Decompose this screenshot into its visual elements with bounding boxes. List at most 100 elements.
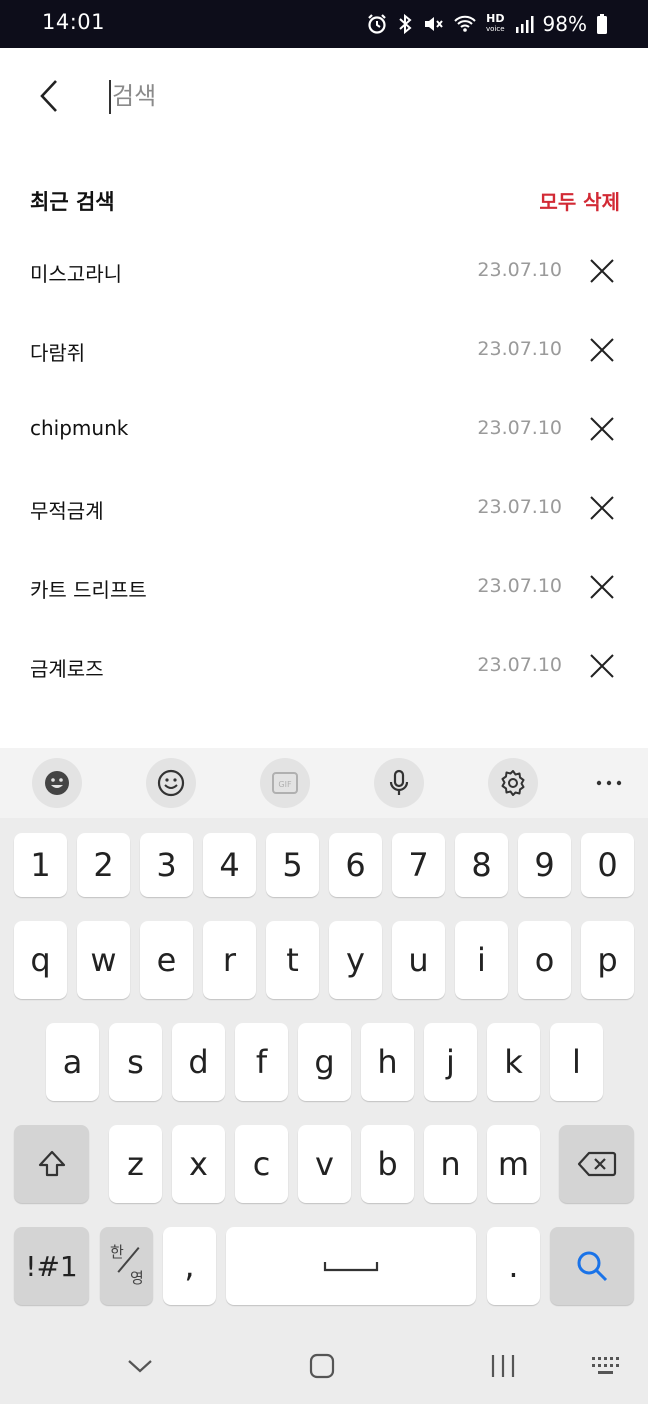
recent-search-term: 다람쥐 (30, 341, 86, 365)
backspace-key[interactable] (559, 1125, 634, 1203)
status-bar: 14:01 HD voice 98% (0, 0, 648, 48)
search-header (0, 48, 648, 148)
nav-back-button[interactable] (118, 1348, 162, 1384)
space-key[interactable] (226, 1227, 476, 1305)
keyboard-settings-button[interactable] (488, 758, 538, 808)
expression-button[interactable] (32, 758, 82, 808)
key-e[interactable]: e (140, 921, 193, 999)
key-3[interactable]: 3 (140, 833, 193, 897)
key-q[interactable]: q (14, 921, 67, 999)
search-icon (577, 1251, 608, 1282)
key-d[interactable]: d (172, 1023, 225, 1101)
recent-searches-header: 최근 검색 모두 삭제 (0, 178, 648, 222)
key-f[interactable]: f (235, 1023, 288, 1101)
remove-icon[interactable] (588, 652, 616, 680)
status-icons: HD voice 98% (366, 10, 608, 38)
language-switch-key[interactable]: 한 영 (100, 1227, 153, 1305)
key-a[interactable]: a (46, 1023, 99, 1101)
nav-home-button[interactable] (300, 1348, 344, 1384)
alarm-icon (366, 13, 388, 35)
recent-search-date: 23.07.10 (477, 654, 562, 676)
expression-icon (45, 771, 69, 795)
remove-icon[interactable] (588, 573, 616, 601)
key-7[interactable]: 7 (392, 833, 445, 897)
key-w[interactable]: w (77, 921, 130, 999)
key-0[interactable]: 0 (581, 833, 634, 897)
hd-voice-indicator: HD voice (486, 12, 505, 33)
key-8[interactable]: 8 (455, 833, 508, 897)
remove-icon[interactable] (588, 257, 616, 285)
key-y[interactable]: y (329, 921, 382, 999)
wifi-icon (453, 13, 477, 35)
recent-search-item[interactable]: 금계로즈 23.07.10 (0, 627, 648, 706)
recent-search-item[interactable]: 무적금계 23.07.10 (0, 469, 648, 548)
recent-search-item[interactable]: 다람쥐 23.07.10 (0, 311, 648, 390)
back-arrow-icon (40, 80, 57, 112)
recent-search-item[interactable]: 카트 드리프트 23.07.10 (0, 548, 648, 627)
recent-search-term: 카트 드리프트 (30, 578, 147, 602)
emoji-button[interactable] (146, 758, 196, 808)
voice-input-button[interactable] (374, 758, 424, 808)
more-button[interactable] (584, 758, 634, 808)
delete-all-button[interactable]: 모두 삭제 (539, 186, 620, 215)
remove-icon[interactable] (588, 494, 616, 522)
gif-icon: GIF (272, 772, 298, 794)
key-p[interactable]: p (581, 921, 634, 999)
back-button[interactable] (30, 76, 70, 116)
key-r[interactable]: r (203, 921, 256, 999)
bluetooth-icon (397, 13, 413, 35)
recent-search-date: 23.07.10 (477, 259, 562, 281)
key-5[interactable]: 5 (266, 833, 319, 897)
shift-icon (38, 1150, 65, 1177)
key-4[interactable]: 4 (203, 833, 256, 897)
key-h[interactable]: h (361, 1023, 414, 1101)
mute-icon (422, 13, 444, 35)
search-input[interactable] (108, 76, 608, 116)
key-z[interactable]: z (109, 1125, 162, 1203)
more-icon (596, 780, 622, 786)
key-o[interactable]: o (518, 921, 571, 999)
keyboard: GIF 1 2 3 4 5 6 7 8 9 0 q w e r t y u i … (0, 748, 648, 1328)
search-key[interactable] (550, 1227, 634, 1305)
key-c[interactable]: c (235, 1125, 288, 1203)
key-9[interactable]: 9 (518, 833, 571, 897)
key-b[interactable]: b (361, 1125, 414, 1203)
key-l[interactable]: l (550, 1023, 603, 1101)
recent-search-term: 금계로즈 (30, 657, 104, 681)
key-x[interactable]: x (172, 1125, 225, 1203)
keyboard-icon (592, 1357, 619, 1374)
key-s[interactable]: s (109, 1023, 162, 1101)
key-m[interactable]: m (487, 1125, 540, 1203)
recent-search-item[interactable]: chipmunk 23.07.10 (0, 390, 648, 469)
nav-recents-button[interactable] (481, 1348, 525, 1384)
key-k[interactable]: k (487, 1023, 540, 1101)
recent-search-item[interactable]: 미스고라니 23.07.10 (0, 232, 648, 311)
recent-search-date: 23.07.10 (477, 575, 562, 597)
shift-key[interactable] (14, 1125, 89, 1203)
recent-search-term: chipmunk (30, 416, 129, 440)
recents-icon (491, 1355, 515, 1377)
recent-search-date: 23.07.10 (477, 496, 562, 518)
key-n[interactable]: n (424, 1125, 477, 1203)
recent-search-term: 미스고라니 (30, 262, 122, 286)
period-key[interactable]: . (487, 1227, 540, 1305)
comma-key[interactable]: , (163, 1227, 216, 1305)
recent-search-date: 23.07.10 (477, 417, 562, 439)
key-t[interactable]: t (266, 921, 319, 999)
key-g[interactable]: g (298, 1023, 351, 1101)
remove-icon[interactable] (588, 415, 616, 443)
key-v[interactable]: v (298, 1125, 351, 1203)
key-6[interactable]: 6 (329, 833, 382, 897)
gif-button[interactable]: GIF (260, 758, 310, 808)
key-2[interactable]: 2 (77, 833, 130, 897)
symbols-key[interactable]: !#1 (14, 1227, 89, 1305)
key-j[interactable]: j (424, 1023, 477, 1101)
svg-text:GIF: GIF (278, 780, 292, 789)
key-u[interactable]: u (392, 921, 445, 999)
keyboard-hide-button[interactable] (584, 1348, 628, 1384)
key-1[interactable]: 1 (14, 833, 67, 897)
remove-icon[interactable] (588, 336, 616, 364)
recent-searches-title: 최근 검색 (30, 190, 115, 214)
key-i[interactable]: i (455, 921, 508, 999)
emoji-icon (157, 769, 185, 797)
